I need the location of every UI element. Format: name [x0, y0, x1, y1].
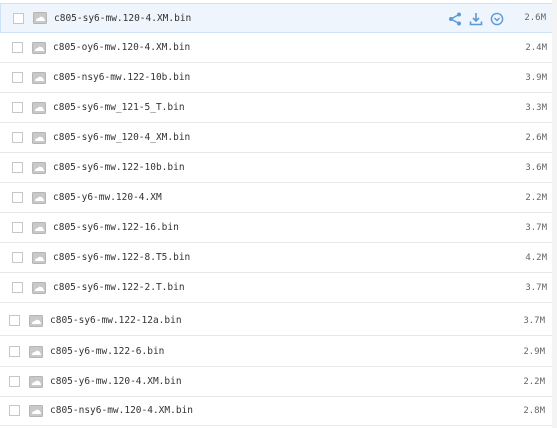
- file-icon: [29, 404, 43, 417]
- file-size: 4.2M: [525, 252, 547, 263]
- file-name[interactable]: c805-sy6-mw_121-5_T.bin: [53, 102, 185, 113]
- row-checkbox[interactable]: [12, 42, 23, 53]
- file-name[interactable]: c805-nsy6-mw.122-10b.bin: [53, 72, 190, 83]
- row-checkbox[interactable]: [12, 252, 23, 263]
- file-row[interactable]: c805-y6-mw.122-6.bin 2.9M: [0, 337, 557, 367]
- row-actions: [448, 4, 504, 34]
- file-icon: [29, 375, 43, 388]
- file-name[interactable]: c805-nsy6-mw.120-4.XM.bin: [50, 405, 193, 416]
- file-icon: [32, 131, 46, 144]
- row-checkbox[interactable]: [12, 282, 23, 293]
- file-row[interactable]: c805-sy6-mw.122-12a.bin 3.7M: [0, 306, 557, 336]
- file-icon: [32, 101, 46, 114]
- file-name[interactable]: c805-y6-mw.122-6.bin: [50, 346, 164, 357]
- file-name[interactable]: c805-sy6-mw_120-4_XM.bin: [53, 132, 190, 143]
- row-checkbox[interactable]: [12, 192, 23, 203]
- row-checkbox[interactable]: [13, 12, 24, 24]
- row-checkbox[interactable]: [9, 405, 20, 416]
- file-row[interactable]: c805-sy6-mw.122-8.T5.bin 4.2M: [0, 243, 557, 273]
- file-name[interactable]: c805-sy6-mw.122-16.bin: [53, 222, 179, 233]
- file-size: 3.6M: [525, 162, 547, 173]
- share-icon[interactable]: [448, 12, 462, 26]
- more-icon[interactable]: [490, 12, 504, 26]
- file-name[interactable]: c805-oy6-mw.120-4.XM.bin: [53, 42, 190, 53]
- file-size: 2.6M: [525, 132, 547, 143]
- file-size: 2.6M: [524, 13, 546, 23]
- file-row[interactable]: c805-nsy6-mw.122-10b.bin 3.9M: [0, 63, 557, 93]
- file-icon: [32, 41, 46, 54]
- row-checkbox[interactable]: [9, 376, 20, 387]
- file-name[interactable]: c805-sy6-mw.122-8.T5.bin: [53, 252, 190, 263]
- file-icon: [29, 345, 43, 358]
- file-size: 3.7M: [523, 315, 545, 326]
- file-icon: [32, 161, 46, 174]
- file-name[interactable]: c805-sy6-mw.122-2.T.bin: [53, 282, 185, 293]
- row-checkbox[interactable]: [9, 315, 20, 326]
- file-size: 3.7M: [525, 222, 547, 233]
- file-name[interactable]: c805-sy6-mw.122-10b.bin: [53, 162, 185, 173]
- file-icon: [32, 221, 46, 234]
- file-name[interactable]: c805-y6-mw.120-4.XM: [53, 192, 162, 203]
- row-checkbox[interactable]: [9, 346, 20, 357]
- file-size: 2.4M: [525, 42, 547, 53]
- file-icon: [32, 281, 46, 294]
- file-size: 2.2M: [525, 192, 547, 203]
- file-size: 2.2M: [523, 376, 545, 387]
- file-icon: [32, 191, 46, 204]
- file-row[interactable]: c805-sy6-mw_120-4_XM.bin 2.6M: [0, 123, 557, 153]
- file-row[interactable]: c805-sy6-mw_121-5_T.bin 3.3M: [0, 93, 557, 123]
- file-row[interactable]: c805-oy6-mw.120-4.XM.bin 2.4M: [0, 33, 557, 63]
- row-checkbox[interactable]: [12, 132, 23, 143]
- file-row[interactable]: c805-nsy6-mw.120-4.XM.bin 2.8M: [0, 396, 557, 426]
- file-icon: [33, 12, 47, 24]
- file-icon: [32, 251, 46, 264]
- row-checkbox[interactable]: [12, 102, 23, 113]
- row-checkbox[interactable]: [12, 222, 23, 233]
- file-row[interactable]: c805-sy6-mw.122-10b.bin 3.6M: [0, 153, 557, 183]
- file-row[interactable]: c805-sy6-mw.122-16.bin 3.7M: [0, 213, 557, 243]
- file-size: 3.7M: [525, 282, 547, 293]
- file-name[interactable]: c805-y6-mw.120-4.XM.bin: [50, 376, 182, 387]
- file-icon: [32, 71, 46, 84]
- file-row[interactable]: c805-sy6-mw.122-2.T.bin 3.7M: [0, 273, 557, 303]
- file-row[interactable]: c805-y6-mw.120-4.XM.bin 2.2M: [0, 367, 557, 397]
- row-checkbox[interactable]: [12, 162, 23, 173]
- file-name[interactable]: c805-sy6-mw.120-4.XM.bin: [54, 13, 191, 24]
- file-icon: [29, 314, 43, 327]
- file-size: 3.9M: [525, 72, 547, 83]
- file-name[interactable]: c805-sy6-mw.122-12a.bin: [50, 315, 182, 326]
- file-size: 2.8M: [523, 405, 545, 416]
- file-size: 2.9M: [523, 346, 545, 357]
- file-list: c805-sy6-mw.120-4.XM.bin 2.6M c805-oy6-m…: [0, 0, 557, 428]
- row-checkbox[interactable]: [12, 72, 23, 83]
- file-row[interactable]: c805-y6-mw.120-4.XM 2.2M: [0, 183, 557, 213]
- scrollbar[interactable]: [552, 0, 557, 428]
- file-row[interactable]: c805-sy6-mw.120-4.XM.bin 2.6M: [0, 3, 557, 33]
- download-icon[interactable]: [469, 12, 483, 26]
- file-size: 3.3M: [525, 102, 547, 113]
